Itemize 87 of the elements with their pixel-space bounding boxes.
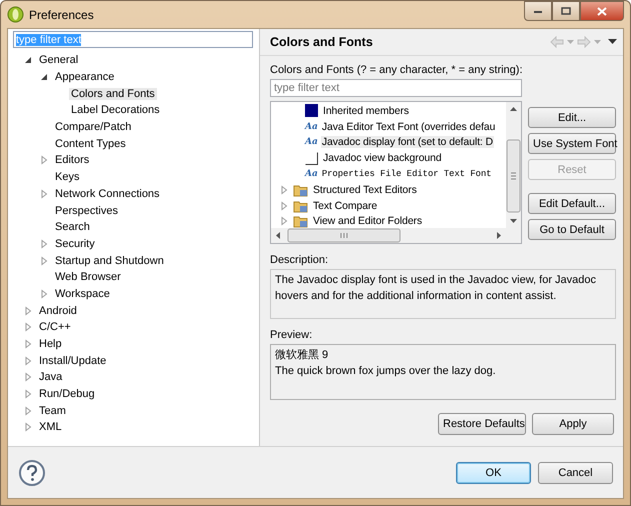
collapsed-arrow-icon[interactable] — [39, 288, 49, 299]
tree-item[interactable]: Content Types — [53, 138, 128, 150]
tree-item[interactable]: Network Connections — [53, 188, 162, 200]
forward-arrow-icon[interactable] — [577, 36, 591, 48]
collapsed-arrow-icon[interactable] — [23, 422, 33, 432]
collapsed-arrow-icon[interactable] — [279, 184, 289, 195]
collapsed-arrow-icon[interactable] — [39, 155, 49, 166]
ok-button[interactable]: OK — [456, 462, 531, 484]
tree-item[interactable]: Search — [53, 221, 92, 234]
tree-item[interactable]: Run/Debug — [37, 388, 97, 400]
filter-label: Colors and Fonts (? = any character, * = any string): — [270, 64, 524, 76]
font-icon: Aa — [305, 169, 318, 180]
minimize-button[interactable] — [524, 1, 552, 21]
help-icon[interactable] — [18, 458, 46, 486]
filter-field[interactable]: type filter text — [270, 79, 522, 97]
folder-icon — [293, 214, 309, 228]
collapsed-arrow-icon[interactable] — [23, 372, 33, 382]
collapsed-arrow-icon[interactable] — [23, 306, 33, 316]
collapsed-arrow-icon[interactable] — [23, 339, 33, 350]
description-label: Description: — [270, 254, 330, 266]
restore-button[interactable] — [552, 1, 580, 21]
close-button[interactable] — [580, 1, 624, 21]
collapsed-arrow-icon[interactable] — [39, 256, 49, 266]
list-item[interactable]: Properties File Editor Text Font — [320, 169, 492, 180]
cancel-button[interactable]: Cancel — [538, 462, 613, 484]
collapsed-arrow-icon[interactable] — [39, 238, 49, 249]
list-item[interactable]: Java Editor Text Font (overrides defau — [320, 120, 496, 133]
apply-button[interactable]: Apply — [532, 413, 614, 435]
go-to-default-button[interactable]: Go to Default — [528, 219, 616, 240]
tree-item[interactable]: Label Decorations — [69, 104, 162, 116]
tree-item[interactable]: C/C++ — [37, 321, 73, 334]
tree-item[interactable]: Editors — [53, 154, 92, 166]
folder-icon — [293, 198, 309, 213]
list-item[interactable]: Javadoc display font (set to default: D — [320, 136, 494, 148]
description-text: The Javadoc display font is used in the Javadoc view, for Javadoc hovers and for the additional information in content assist. — [270, 269, 616, 319]
collapsed-arrow-icon[interactable] — [39, 188, 49, 199]
page-title: Colors and Fonts — [270, 35, 373, 49]
tree-item[interactable]: Java — [37, 371, 64, 384]
folder-icon — [293, 182, 309, 197]
tree-item[interactable]: Compare/Patch — [53, 121, 134, 134]
font-icon: Aa — [305, 137, 318, 148]
tree-item[interactable]: Install/Update — [37, 354, 108, 367]
tree-item[interactable]: Appearance — [53, 71, 116, 84]
edit-button[interactable]: Edit... — [528, 107, 616, 128]
list-item[interactable]: Text Compare — [312, 200, 378, 212]
tree-item[interactable]: XML — [37, 421, 64, 434]
preview-label: Preview: — [270, 329, 314, 341]
tree-item[interactable]: Colors and Fonts — [69, 88, 157, 100]
font-icon: Aa — [305, 122, 318, 132]
tree-item[interactable]: Workspace — [53, 288, 112, 300]
tree-item[interactable]: Security — [53, 238, 97, 250]
list-item[interactable]: Structured Text Editors — [312, 184, 418, 196]
tree-item[interactable]: Android — [37, 304, 79, 317]
app-icon — [7, 6, 24, 23]
list-item[interactable]: View and Editor Folders — [312, 215, 423, 228]
list-item[interactable]: Javadoc view background — [322, 152, 443, 164]
expanded-arrow-icon[interactable] — [23, 55, 33, 66]
collapsed-arrow-icon[interactable] — [23, 389, 33, 400]
expanded-arrow-icon[interactable] — [39, 72, 49, 82]
collapsed-arrow-icon[interactable] — [23, 406, 33, 416]
system-font-button[interactable]: Use System Font — [528, 133, 616, 154]
tree-item[interactable]: Perspectives — [53, 204, 120, 217]
dropdown-icon[interactable] — [594, 40, 601, 44]
list-item[interactable]: Inherited members — [322, 104, 410, 117]
color-swatch-icon — [305, 152, 318, 165]
tree-item[interactable]: Web Browser — [53, 271, 123, 284]
restore-icon — [561, 7, 571, 15]
back-arrow-icon[interactable] — [550, 36, 564, 48]
collapsed-arrow-icon[interactable] — [23, 356, 33, 366]
minimize-icon — [533, 8, 543, 14]
tree-item[interactable]: General — [37, 54, 80, 66]
color-swatch-icon — [305, 104, 318, 118]
edit-default-button[interactable]: Edit Default... — [528, 193, 616, 214]
restore-defaults-button[interactable]: Restore Defaults — [438, 413, 526, 435]
sample-text: The quick brown fox jumps over the lazy dog. — [275, 364, 497, 379]
close-icon — [597, 6, 607, 16]
view-menu-icon[interactable] — [608, 39, 617, 45]
font-name-text: 微软雅黑 9 — [275, 348, 330, 363]
collapsed-arrow-icon[interactable] — [279, 200, 289, 211]
dropdown-icon[interactable] — [567, 40, 574, 44]
window-title: Preferences — [29, 8, 94, 22]
collapsed-arrow-icon[interactable] — [23, 322, 33, 332]
tree-item[interactable]: Team — [37, 404, 68, 417]
tree-item[interactable]: Help — [37, 338, 64, 350]
tree-item[interactable]: Keys — [53, 171, 82, 184]
collapsed-arrow-icon[interactable] — [279, 216, 289, 226]
tree-item[interactable]: Startup and Shutdown — [53, 254, 166, 267]
